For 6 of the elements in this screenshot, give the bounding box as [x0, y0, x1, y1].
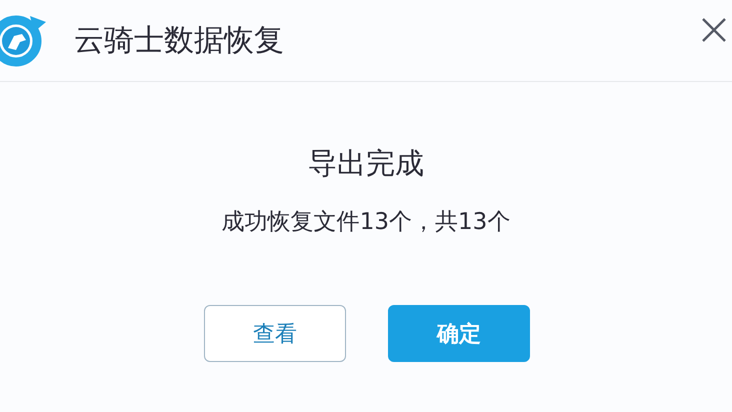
- close-icon[interactable]: [700, 16, 728, 44]
- confirm-button[interactable]: 确定: [388, 305, 530, 362]
- message-detail: 成功恢复文件13个，共13个: [222, 208, 510, 237]
- window-title: 云骑士数据恢复: [74, 22, 284, 60]
- message-heading: 导出完成: [308, 145, 424, 182]
- view-button[interactable]: 查看: [204, 305, 346, 362]
